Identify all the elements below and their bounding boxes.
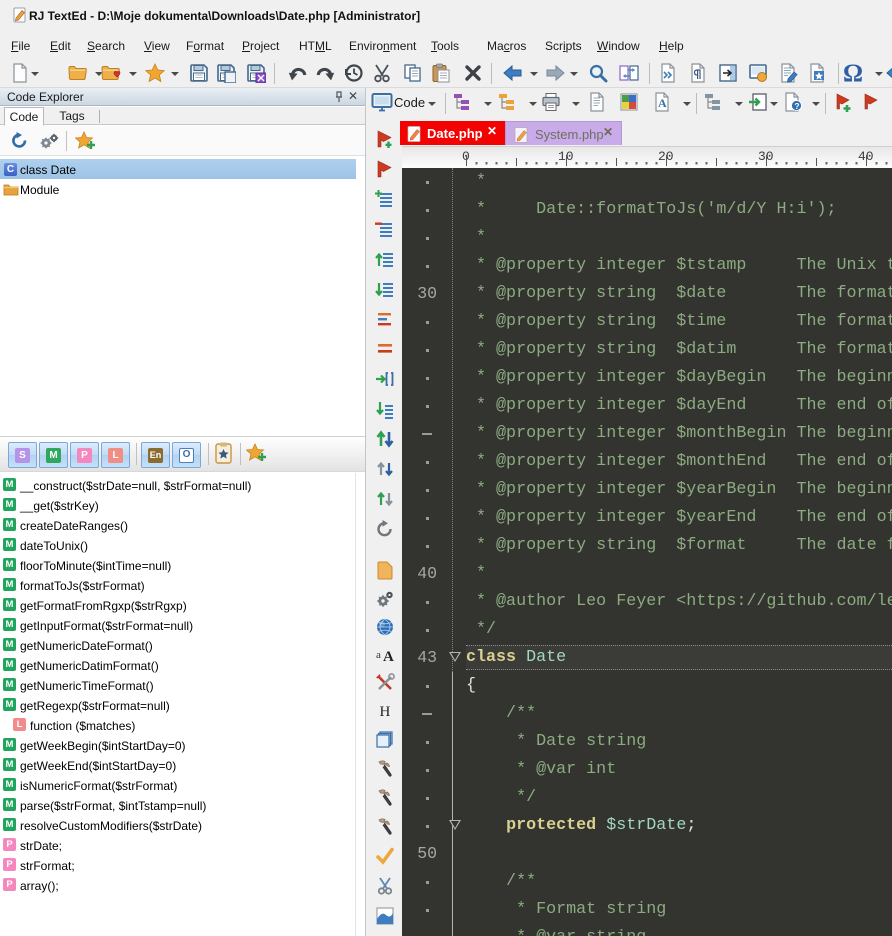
svg-text:?: ? <box>794 101 799 111</box>
svg-text:A: A <box>383 649 394 665</box>
svg-text:A: A <box>658 96 667 110</box>
svg-text:H: H <box>380 704 391 720</box>
svg-text:a: a <box>376 649 381 661</box>
